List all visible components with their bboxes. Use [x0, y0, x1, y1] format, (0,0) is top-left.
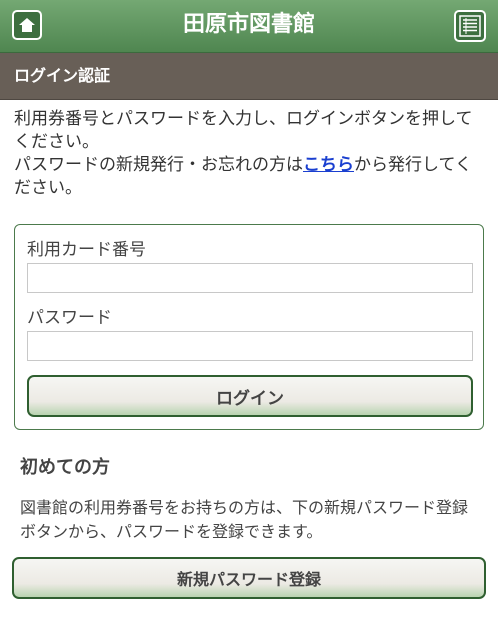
issue-password-link[interactable]: こちら: [303, 155, 354, 175]
card-number-label: 利用カード番号: [27, 240, 146, 260]
register-password-button[interactable]: 新規パスワード登録: [12, 557, 486, 599]
login-form: 利用カード番号 パスワード ログイン: [14, 224, 484, 430]
app-header: 田原市図書館: [0, 0, 498, 53]
password-label: パスワード: [27, 308, 112, 328]
first-time-title: 初めての方: [20, 457, 110, 478]
login-button[interactable]: ログイン: [27, 375, 473, 417]
site-title: 田原市図書館: [182, 12, 315, 37]
password-input[interactable]: [27, 331, 473, 361]
intro-line-2: パスワードの新規発行・お忘れの方はこちらから発行してください。: [14, 154, 484, 200]
card-number-input[interactable]: [27, 263, 473, 293]
menu-button[interactable]: [454, 10, 486, 42]
home-button[interactable]: [12, 10, 42, 40]
intro-text: 利用券番号とパスワードを入力し、ログインボタンを押してください。 パスワードの新…: [14, 108, 484, 200]
first-time-description: 図書館の利用券番号をお持ちの方は、下の新規パスワード登録ボタンから、パスワードを…: [20, 498, 469, 541]
intro-line-2-before: パスワードの新規発行・お忘れの方は: [14, 155, 303, 175]
section-bar: ログイン認証: [0, 53, 498, 100]
home-icon: [19, 18, 35, 32]
section-title: ログイン認証: [14, 66, 111, 85]
intro-line-1: 利用券番号とパスワードを入力し、ログインボタンを押してください。: [14, 109, 473, 152]
list-menu-icon: [459, 15, 481, 37]
